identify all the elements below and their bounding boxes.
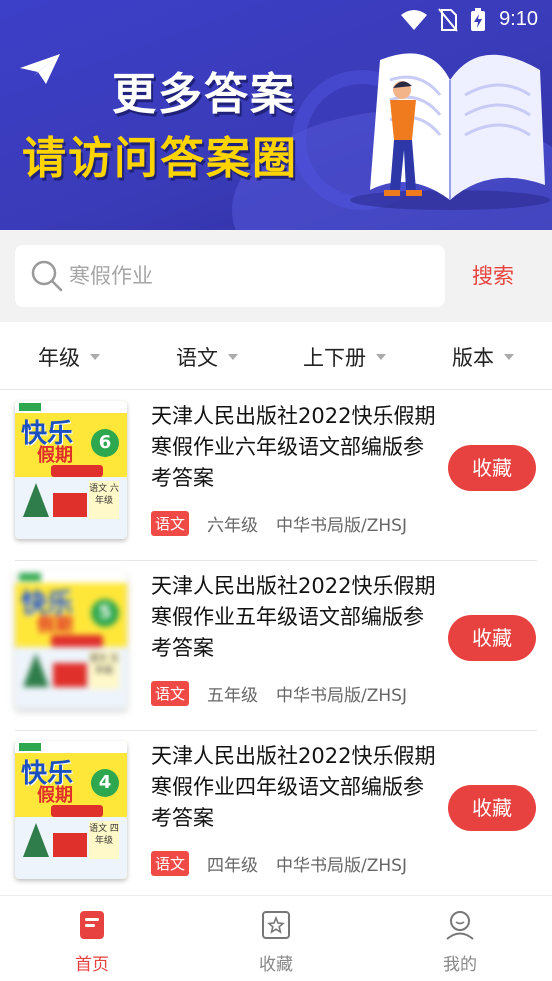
user-icon [446, 911, 474, 940]
caret-down-icon [228, 354, 238, 360]
cover-decoration [51, 635, 103, 647]
cover-decoration [51, 805, 103, 817]
grade-tag: 四年级 [207, 856, 259, 876]
search-input[interactable] [69, 257, 429, 295]
filter-label: 上下册 [303, 346, 366, 370]
book-cover-image: 快乐 假期 5 语文 五年级 [15, 571, 127, 709]
paper-plane-icon [20, 54, 60, 84]
banner-headline: 更多答案 [112, 69, 296, 120]
cover-decoration [19, 573, 41, 581]
status-time: 9:10 [499, 8, 538, 30]
cover-subtitle: 假期 [37, 615, 73, 636]
subject-tag: 语文 [151, 681, 190, 706]
nav-label: 我的 [443, 955, 477, 975]
book-cover-image: 快乐 假期 6 语文 六年级 [15, 401, 127, 539]
filter-volume[interactable]: 上下册 [303, 342, 386, 372]
favorite-button[interactable]: 收藏 [448, 445, 536, 491]
cover-decoration [19, 403, 41, 411]
cover-house [53, 833, 87, 857]
nav-favorites[interactable]: 收藏 [216, 910, 336, 975]
caret-down-icon [90, 354, 100, 360]
cover-subtitle: 假期 [37, 785, 73, 806]
publisher-tag: 中华书局版/ZHSJ [276, 856, 407, 876]
favorite-button[interactable]: 收藏 [448, 615, 536, 661]
cover-label: 语文 六年级 [89, 481, 119, 519]
cover-label: 语文 五年级 [89, 651, 119, 689]
nav-label: 收藏 [259, 955, 293, 975]
item-tags: 语文 五年级 中华书局版/ZHSJ [151, 681, 407, 706]
search-box[interactable] [15, 245, 445, 307]
cover-grade: 6 [91, 429, 119, 457]
wifi-icon [401, 10, 427, 30]
filter-label: 版本 [452, 346, 494, 370]
cover-label: 语文 四年级 [89, 821, 119, 859]
cover-grade: 4 [91, 769, 119, 797]
cover-decoration [51, 465, 103, 477]
publisher-tag: 中华书局版/ZHSJ [276, 686, 407, 706]
cover-tree [23, 823, 49, 857]
list-item[interactable]: 快乐 假期 4 语文 四年级 天津人民出版社2022快乐假期寒假作业四年级语文部… [15, 731, 537, 901]
list-item[interactable]: 快乐 假期 6 语文 六年级 天津人民出版社2022快乐假期寒假作业六年级语文部… [15, 391, 537, 561]
item-title[interactable]: 天津人民出版社2022快乐假期寒假作业六年级语文部编版参考答案 [151, 401, 441, 494]
cover-grade: 5 [91, 599, 119, 627]
filter-grade[interactable]: 年级 [38, 342, 100, 372]
item-tags: 语文 六年级 中华书局版/ZHSJ [151, 511, 407, 536]
filter-label: 年级 [38, 346, 80, 370]
filter-subject[interactable]: 语文 [176, 342, 238, 372]
filter-bar: 年级 语文 上下册 版本 [0, 322, 552, 390]
search-area: 搜索 [0, 230, 552, 322]
nav-home[interactable]: 首页 [32, 910, 152, 975]
publisher-tag: 中华书局版/ZHSJ [276, 516, 407, 536]
cover-house [53, 663, 87, 687]
item-title[interactable]: 天津人民出版社2022快乐假期寒假作业四年级语文部编版参考答案 [151, 741, 441, 834]
star-icon [262, 911, 290, 939]
filter-edition[interactable]: 版本 [452, 342, 514, 372]
subject-tag: 语文 [151, 851, 190, 876]
grade-tag: 五年级 [207, 686, 259, 706]
search-icon [31, 260, 63, 292]
filter-label: 语文 [176, 346, 218, 370]
caret-down-icon [376, 354, 386, 360]
cover-decoration [19, 743, 41, 751]
cover-subtitle: 假期 [37, 445, 73, 466]
search-button[interactable]: 搜索 [472, 260, 514, 290]
cover-house [53, 493, 87, 517]
caret-down-icon [504, 354, 514, 360]
top-banner[interactable]: 9:10 更多答案 请访问答案圈 [0, 0, 552, 230]
cover-tree [23, 653, 49, 687]
home-book-icon [80, 911, 104, 939]
item-title[interactable]: 天津人民出版社2022快乐假期寒假作业五年级语文部编版参考答案 [151, 571, 441, 664]
reading-person-illustration [350, 53, 550, 210]
cover-tree [23, 483, 49, 517]
list-item[interactable]: 快乐 假期 5 语文 五年级 天津人民出版社2022快乐假期寒假作业五年级语文部… [15, 561, 537, 731]
status-bar: 9:10 [0, 0, 552, 40]
subject-tag: 语文 [151, 511, 190, 536]
no-sim-icon [438, 8, 458, 32]
nav-label: 首页 [75, 955, 109, 975]
book-cover-image: 快乐 假期 4 语文 四年级 [15, 741, 127, 879]
battery-charging-icon [471, 8, 485, 31]
grade-tag: 六年级 [207, 516, 259, 536]
item-tags: 语文 四年级 中华书局版/ZHSJ [151, 851, 407, 876]
nav-profile[interactable]: 我的 [400, 910, 520, 975]
bottom-navigation: 首页 收藏 我的 [0, 895, 552, 981]
banner-subheadline: 请访问答案圈 [22, 133, 298, 184]
favorite-button[interactable]: 收藏 [448, 785, 536, 831]
